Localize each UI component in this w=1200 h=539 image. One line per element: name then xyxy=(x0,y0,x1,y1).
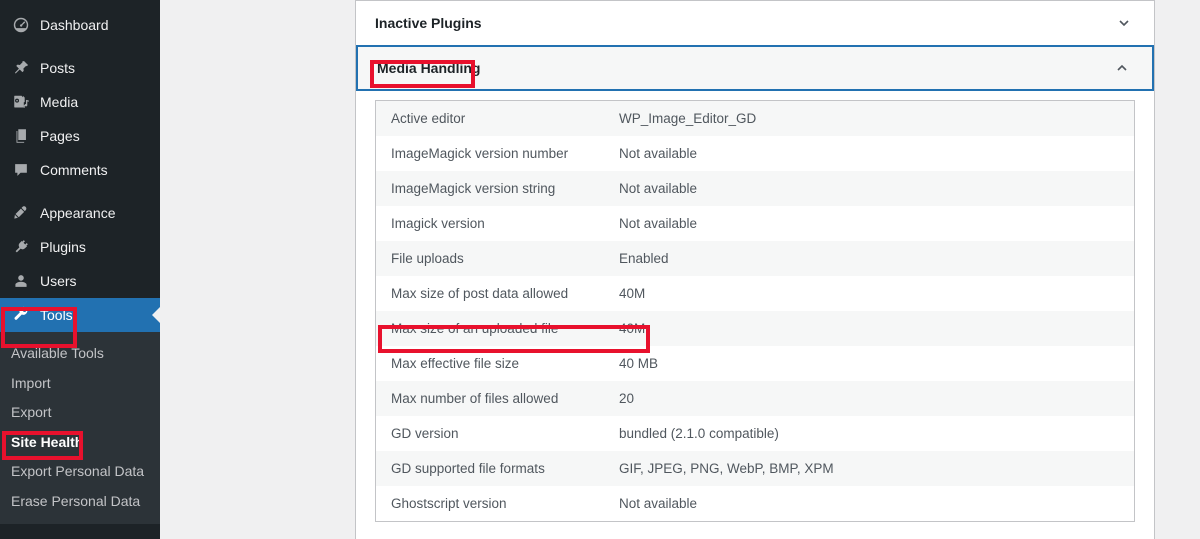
accordion-header-media-handling[interactable]: Media Handling xyxy=(356,45,1154,91)
user-icon xyxy=(11,271,31,291)
sidebar-item-label: Plugins xyxy=(40,239,86,255)
table-row-max-upload-size: Max size of an uploaded file 40M xyxy=(376,311,1134,346)
row-value: 40M xyxy=(619,320,646,336)
row-value: 40M xyxy=(619,285,646,301)
sidebar-item-media[interactable]: Media xyxy=(0,85,160,119)
chevron-down-icon[interactable] xyxy=(1114,13,1134,33)
sidebar-item-label: Appearance xyxy=(40,205,116,221)
sidebar-item-tools[interactable]: Tools xyxy=(0,298,160,332)
submenu-item-import[interactable]: Import xyxy=(0,369,160,399)
sidebar-item-comments[interactable]: Comments xyxy=(0,153,160,187)
tools-submenu: Available Tools Import Export Site Healt… xyxy=(0,332,160,524)
row-key: File uploads xyxy=(391,250,464,266)
submenu-item-export[interactable]: Export xyxy=(0,398,160,428)
sidebar-item-settings[interactable]: Settings xyxy=(0,533,160,539)
submenu-item-erase-personal-data[interactable]: Erase Personal Data xyxy=(0,487,160,517)
sidebar-menu-top: Dashboard Posts Media Pages Comments App… xyxy=(0,0,160,332)
submenu-item-site-health[interactable]: Site Health xyxy=(0,428,160,458)
plugin-icon xyxy=(11,237,31,257)
row-value: Enabled xyxy=(619,250,669,266)
sidebar-item-pages[interactable]: Pages xyxy=(0,119,160,153)
media-handling-table: Active editor WP_Image_Editor_GD ImageMa… xyxy=(376,101,1134,521)
row-value: Not available xyxy=(619,180,698,196)
pushpin-icon xyxy=(11,58,31,78)
row-key: Max effective file size xyxy=(391,355,520,371)
sidebar-item-appearance[interactable]: Appearance xyxy=(0,196,160,230)
pages-icon xyxy=(11,126,31,146)
wrench-icon xyxy=(11,305,31,325)
sidebar-item-label: Users xyxy=(40,273,77,289)
sidebar-item-dashboard[interactable]: Dashboard xyxy=(0,8,160,42)
row-key: GD version xyxy=(391,425,459,441)
table-row: Imagick version Not available xyxy=(376,206,1134,241)
sidebar-item-label: Tools xyxy=(40,307,73,323)
chevron-up-icon[interactable] xyxy=(1112,58,1132,78)
table-row: ImageMagick version number Not available xyxy=(376,136,1134,171)
row-key: Max size of an uploaded file xyxy=(391,320,559,336)
table-row: File uploads Enabled xyxy=(376,241,1134,276)
admin-sidebar: Dashboard Posts Media Pages Comments App… xyxy=(0,0,160,539)
sidebar-separator xyxy=(0,187,160,196)
paintbrush-icon xyxy=(11,203,31,223)
accordion-title: Media Handling xyxy=(377,60,481,76)
row-value: 20 xyxy=(619,390,635,406)
table-row: Active editor WP_Image_Editor_GD xyxy=(376,101,1134,136)
sidebar-item-plugins[interactable]: Plugins xyxy=(0,230,160,264)
row-key: Ghostscript version xyxy=(391,495,507,511)
table-row: GD version bundled (2.1.0 compatible) xyxy=(376,416,1134,451)
comments-icon xyxy=(11,160,31,180)
table-row: GD supported file formats GIF, JPEG, PNG… xyxy=(376,451,1134,486)
row-key: ImageMagick version string xyxy=(391,180,556,196)
table-row: Max size of post data allowed 40M xyxy=(376,276,1134,311)
row-key: Max size of post data allowed xyxy=(391,285,569,301)
current-menu-arrow-icon xyxy=(152,307,160,323)
site-health-info-panel: Inactive Plugins Media Handling Active e… xyxy=(355,0,1155,539)
row-value: 40 MB xyxy=(619,355,659,371)
sidebar-item-label: Media xyxy=(40,94,79,110)
table-row: ImageMagick version string Not available xyxy=(376,171,1134,206)
row-key: GD supported file formats xyxy=(391,460,545,476)
table-row: Max number of files allowed 20 xyxy=(376,381,1134,416)
row-key: Imagick version xyxy=(391,215,485,231)
row-value: Not available xyxy=(619,495,698,511)
row-key: ImageMagick version number xyxy=(391,145,569,161)
sidebar-item-posts[interactable]: Posts xyxy=(0,51,160,85)
media-handling-table-wrap: Active editor WP_Image_Editor_GD ImageMa… xyxy=(375,100,1135,522)
accordion-title: Inactive Plugins xyxy=(375,15,482,31)
table-row: Ghostscript version Not available xyxy=(376,486,1134,521)
row-value: WP_Image_Editor_GD xyxy=(619,110,757,126)
submenu-item-export-personal-data[interactable]: Export Personal Data xyxy=(0,457,160,487)
wordpress-admin-screen: Dashboard Posts Media Pages Comments App… xyxy=(0,0,1200,539)
row-key: Active editor xyxy=(391,110,466,126)
row-value: bundled (2.1.0 compatible) xyxy=(619,425,779,441)
table-row: Max effective file size 40 MB xyxy=(376,346,1134,381)
row-key: Max number of files allowed xyxy=(391,390,559,406)
media-icon xyxy=(11,92,31,112)
sidebar-item-label: Pages xyxy=(40,128,80,144)
sidebar-item-label: Comments xyxy=(40,162,108,178)
row-value: Not available xyxy=(619,215,698,231)
sidebar-item-label: Dashboard xyxy=(40,17,109,33)
dashboard-icon xyxy=(11,15,31,35)
sidebar-item-users[interactable]: Users xyxy=(0,264,160,298)
submenu-item-available-tools[interactable]: Available Tools xyxy=(0,339,160,369)
row-value: Not available xyxy=(619,145,698,161)
table-body: Active editor WP_Image_Editor_GD ImageMa… xyxy=(376,101,1134,521)
main-content: Inactive Plugins Media Handling Active e… xyxy=(160,0,1200,539)
sidebar-separator xyxy=(0,42,160,51)
accordion-header-inactive-plugins[interactable]: Inactive Plugins xyxy=(356,0,1154,45)
sidebar-item-label: Posts xyxy=(40,60,76,76)
row-value: GIF, JPEG, PNG, WebP, BMP, XPM xyxy=(619,460,834,476)
